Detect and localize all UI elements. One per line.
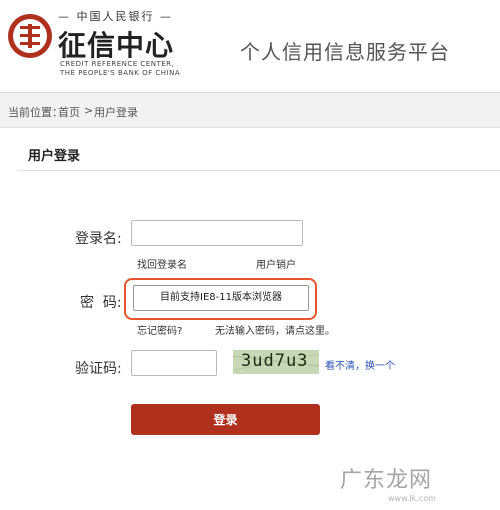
username-label: 登录名:: [75, 231, 122, 247]
credit-center-logo-icon: [8, 14, 52, 58]
platform-title: 个人信用信息服务平台: [240, 40, 450, 64]
password-field-hint[interactable]: 目前支持IE8-11版本浏览器: [133, 285, 309, 311]
find-login-name-link[interactable]: 找回登录名: [137, 256, 187, 271]
cannot-input-password-link[interactable]: 无法输入密码，请点这里。: [215, 322, 335, 337]
captcha-image[interactable]: 3ud7u3: [233, 350, 319, 374]
section-divider: [18, 170, 500, 171]
breadcrumb-prefix: 当前位置：: [8, 106, 63, 119]
username-input[interactable]: [131, 220, 303, 246]
logo-english-line2: THE PEOPLE'S BANK OF CHINA: [60, 69, 181, 77]
breadcrumb-home-link[interactable]: 首页: [58, 104, 80, 120]
captcha-label: 验证码:: [75, 361, 122, 377]
breadcrumb-separator: >: [84, 104, 94, 117]
section-title: 用户登录: [28, 149, 81, 164]
password-label: 密 码:: [80, 295, 122, 311]
breadcrumb-current: 用户登录: [94, 106, 138, 119]
cancel-user-link[interactable]: 用户销户: [256, 256, 296, 271]
logo-english-line1: CREDIT REFERENCE CENTER,: [60, 60, 175, 68]
captcha-input[interactable]: [131, 350, 217, 376]
logo-title: 征信中心: [58, 29, 175, 62]
refresh-captcha-link[interactable]: 看不清，换一个: [325, 357, 395, 372]
watermark-text: 广东龙网: [340, 468, 433, 493]
captcha-text: 3ud7u3: [241, 351, 309, 371]
watermark-url: www.lk.com: [388, 494, 436, 503]
login-button[interactable]: 登录: [131, 404, 320, 435]
breadcrumb: 当前位置： 首页 > 用户登录: [0, 93, 500, 128]
site-header: — 中国人民银行 — 征信中心 CREDIT REFERENCE CENTER,…: [0, 0, 500, 93]
forgot-password-link[interactable]: 忘记密码?: [137, 322, 182, 337]
logo-top-text: — 中国人民银行 —: [58, 10, 173, 23]
